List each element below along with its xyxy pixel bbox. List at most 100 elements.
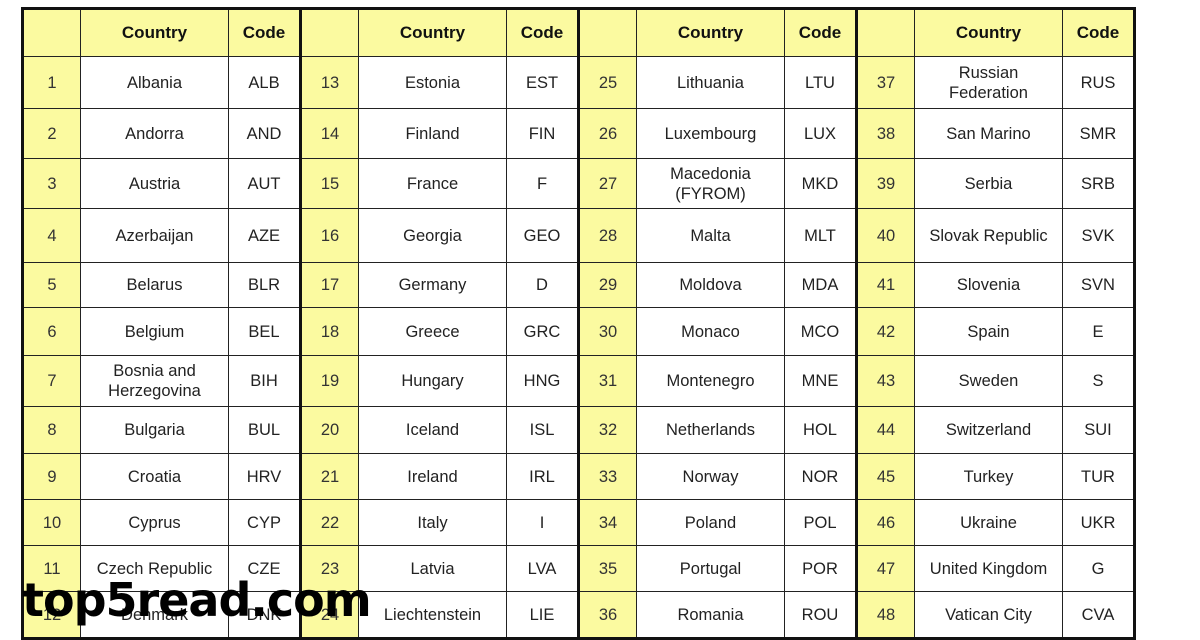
country-code: BEL bbox=[228, 307, 301, 356]
country-name: Moldova bbox=[636, 262, 785, 308]
row-number: 48 bbox=[855, 591, 915, 639]
table-row: 1 Albania ALB 13 Estonia EST 25 Lithuania LTU 37 R… bbox=[22, 56, 1135, 109]
country-code: HNG bbox=[506, 355, 579, 407]
country-code: F bbox=[506, 158, 579, 209]
country-name: Germany bbox=[358, 262, 507, 308]
header-country: Country bbox=[358, 8, 507, 57]
country-name: Slovak Republic bbox=[914, 208, 1063, 263]
country-name: Switzerland bbox=[914, 406, 1063, 454]
row-number: 21 bbox=[299, 453, 359, 500]
row-number: 7 bbox=[22, 355, 81, 407]
row-number: 29 bbox=[577, 262, 637, 308]
row-number: 16 bbox=[299, 208, 359, 263]
header-code: Code bbox=[1062, 8, 1135, 57]
country-name: Vatican City bbox=[914, 591, 1063, 639]
country-name: Bosnia and Herzegovina bbox=[80, 355, 229, 407]
country-code: LUX bbox=[784, 108, 857, 159]
country-code: RUS bbox=[1062, 56, 1135, 109]
row-number: 4 bbox=[22, 208, 81, 263]
row-number: 14 bbox=[299, 108, 359, 159]
country-code: LIE bbox=[506, 591, 579, 639]
country-code: SVN bbox=[1062, 262, 1135, 308]
row-number: 42 bbox=[855, 307, 915, 356]
country-code: CVA bbox=[1062, 591, 1135, 639]
country-name: Iceland bbox=[358, 406, 507, 454]
row-number: 20 bbox=[299, 406, 359, 454]
row-number: 47 bbox=[855, 545, 915, 592]
country-code: MNE bbox=[784, 355, 857, 407]
country-name: Sweden bbox=[914, 355, 1063, 407]
country-name: Cyprus bbox=[80, 499, 229, 546]
table-row: 9 Croatia HRV 21 Ireland IRL 33 Norway NOR 45 Turk… bbox=[22, 453, 1135, 500]
row-number: 6 bbox=[22, 307, 81, 356]
row-number: 31 bbox=[577, 355, 637, 407]
row-number: 34 bbox=[577, 499, 637, 546]
country-name: Romania bbox=[636, 591, 785, 639]
country-name: Ireland bbox=[358, 453, 507, 500]
header-code: Code bbox=[784, 8, 857, 57]
country-code: BLR bbox=[228, 262, 301, 308]
header-row: Country Code Country Code Country Code Country… bbox=[22, 8, 1135, 57]
country-name: Albania bbox=[80, 56, 229, 109]
table-row: 5 Belarus BLR 17 Germany D 29 Moldova MDA 41 Slove… bbox=[22, 262, 1135, 308]
country-code: GRC bbox=[506, 307, 579, 356]
row-number: 30 bbox=[577, 307, 637, 356]
country-code: NOR bbox=[784, 453, 857, 500]
header-number bbox=[855, 8, 915, 57]
row-number: 5 bbox=[22, 262, 81, 308]
row-number: 28 bbox=[577, 208, 637, 263]
country-code: BIH bbox=[228, 355, 301, 407]
country-name: France bbox=[358, 158, 507, 209]
country-name: Finland bbox=[358, 108, 507, 159]
country-name: Belgium bbox=[80, 307, 229, 356]
row-number: 32 bbox=[577, 406, 637, 454]
country-code: UKR bbox=[1062, 499, 1135, 546]
country-name: Russian Federation bbox=[914, 56, 1063, 109]
country-code: AND bbox=[228, 108, 301, 159]
country-name: Italy bbox=[358, 499, 507, 546]
row-number: 2 bbox=[22, 108, 81, 159]
row-number: 15 bbox=[299, 158, 359, 209]
country-name: Georgia bbox=[358, 208, 507, 263]
row-number: 3 bbox=[22, 158, 81, 209]
watermark-text: top5read.com bbox=[22, 573, 372, 627]
country-name: Estonia bbox=[358, 56, 507, 109]
country-code: IRL bbox=[506, 453, 579, 500]
header-country: Country bbox=[636, 8, 785, 57]
row-number: 1 bbox=[22, 56, 81, 109]
table-row: 4 Azerbaijan AZE 16 Georgia GEO 28 Malta MLT 40 Sl… bbox=[22, 208, 1135, 263]
country-name: Portugal bbox=[636, 545, 785, 592]
country-code: SUI bbox=[1062, 406, 1135, 454]
country-name: Spain bbox=[914, 307, 1063, 356]
country-code: AZE bbox=[228, 208, 301, 263]
header-number bbox=[577, 8, 637, 57]
country-code: POL bbox=[784, 499, 857, 546]
country-name: Malta bbox=[636, 208, 785, 263]
table-row: 6 Belgium BEL 18 Greece GRC 30 Monaco MCO 42 Spain… bbox=[22, 307, 1135, 356]
row-number: 25 bbox=[577, 56, 637, 109]
table-row: 8 Bulgaria BUL 20 Iceland ISL 32 Netherlands HOL… bbox=[22, 406, 1135, 454]
country-name: Norway bbox=[636, 453, 785, 500]
country-code: E bbox=[1062, 307, 1135, 356]
row-number: 26 bbox=[577, 108, 637, 159]
country-code: G bbox=[1062, 545, 1135, 592]
country-name: Montenegro bbox=[636, 355, 785, 407]
country-code: FIN bbox=[506, 108, 579, 159]
row-number: 35 bbox=[577, 545, 637, 592]
country-name: Netherlands bbox=[636, 406, 785, 454]
row-number: 9 bbox=[22, 453, 81, 500]
country-code: ISL bbox=[506, 406, 579, 454]
country-code: TUR bbox=[1062, 453, 1135, 500]
country-code: LTU bbox=[784, 56, 857, 109]
header-country: Country bbox=[914, 8, 1063, 57]
row-number: 46 bbox=[855, 499, 915, 546]
country-name: Liechtenstein bbox=[358, 591, 507, 639]
row-number: 45 bbox=[855, 453, 915, 500]
country-name: Hungary bbox=[358, 355, 507, 407]
country-code: LVA bbox=[506, 545, 579, 592]
country-name: Poland bbox=[636, 499, 785, 546]
country-codes-table: Country Code Country Code Country Code Country… bbox=[21, 7, 1136, 640]
row-number: 27 bbox=[577, 158, 637, 209]
row-number: 19 bbox=[299, 355, 359, 407]
header-country: Country bbox=[80, 8, 229, 57]
